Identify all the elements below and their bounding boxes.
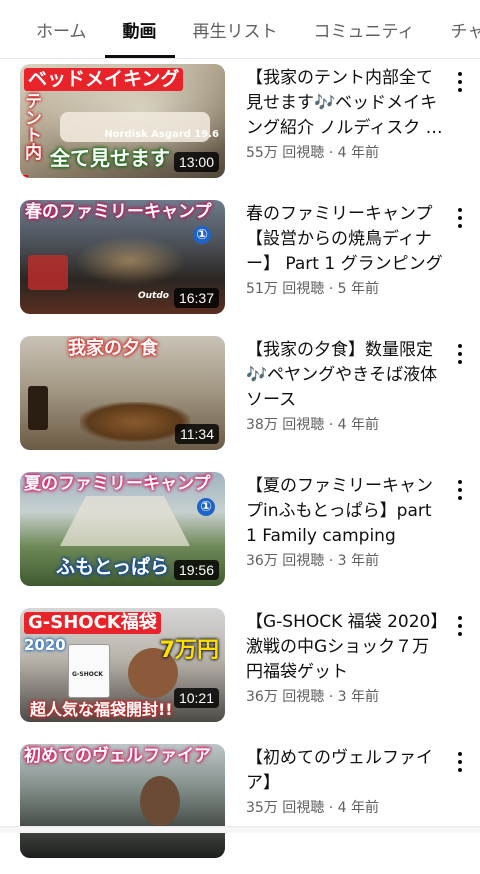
thumbnail-side-text: テント内 — [21, 92, 41, 160]
thumbnail-box-label: G-SHOCK — [72, 671, 103, 678]
tab-videos[interactable]: 動画 — [104, 0, 175, 58]
thumbnail-brand-text: Nordisk Asgard 19.6 — [104, 129, 219, 140]
video-thumbnail[interactable]: G-SHOCK G-SHOCK福袋 2020 7万円 超人気な福袋開封!! 10… — [20, 608, 225, 722]
meta-separator: · — [324, 553, 338, 569]
thumbnail-title-text: ベッドメイキング — [24, 68, 184, 91]
video-thumbnail[interactable]: ベッドメイキング テント内 全て見せます Nordisk Asgard 19.6… — [20, 64, 225, 178]
tab-community[interactable]: コミュニティ — [296, 0, 433, 58]
video-title[interactable]: 【夏のファミリーキャンプinふもとっぱら】part 1 Family campi… — [246, 474, 446, 549]
view-count: 55万 回視聴 — [246, 145, 325, 161]
thumbnail-title-text: 我家の夕食 — [68, 338, 158, 359]
video-title[interactable]: 【G-SHOCK 福袋 2020】激戦の中Gショック７万円福袋ゲット — [246, 610, 446, 685]
tab-playlists[interactable]: 再生リスト — [175, 0, 296, 58]
more-options-icon[interactable] — [452, 72, 468, 92]
video-thumbnail[interactable]: 夏のファミリーキャンプ ① ふもとっぱら 19:56 — [20, 472, 225, 586]
upload-age: 3 年前 — [337, 689, 379, 705]
more-options-icon[interactable] — [452, 480, 468, 500]
bottom-bar — [0, 826, 480, 833]
video-item[interactable]: G-SHOCK G-SHOCK福袋 2020 7万円 超人気な福袋開封!! 10… — [0, 602, 480, 738]
video-title[interactable]: 春のファミリーキャンプ 【設営からの焼鳥ディナー】 Part 1 グランピング — [246, 202, 446, 277]
view-count: 38万 回視聴 — [246, 417, 325, 433]
thumbnail-part-badge: ① — [197, 498, 215, 516]
thumbnail-brand-text: Outdo — [138, 291, 169, 301]
thumbnail-caption-text: 超人気な福袋開封!! — [30, 700, 173, 719]
view-count: 36万 回視聴 — [246, 689, 325, 705]
video-duration: 16:37 — [173, 288, 219, 308]
video-item[interactable]: ベッドメイキング テント内 全て見せます Nordisk Asgard 19.6… — [0, 58, 480, 194]
video-item[interactable]: 春のファミリーキャンプ ① Outdo 16:37 春のファミリーキャンプ 【設… — [0, 194, 480, 330]
upload-age: 4 年前 — [337, 417, 379, 433]
upload-age: 4 年前 — [337, 800, 379, 816]
watch-progress-bar — [20, 175, 29, 178]
video-stats: 51万 回視聴 · 5 年前 — [246, 278, 446, 298]
video-item[interactable]: 我家の夕食 11:34 【我家の夕食】数量限定🎶ペヤングやきそば液体ソース 38… — [0, 330, 480, 466]
thumbnail-part-badge: ① — [193, 226, 211, 244]
video-title[interactable]: 【我家のテント内部全て見せます🎶ベッドメイキング紹介 ノルディスク アスガルド1… — [246, 66, 446, 141]
thumbnail-price-text: 7万円 — [159, 638, 219, 663]
meta-separator: · — [324, 145, 338, 161]
more-options-icon[interactable] — [452, 344, 468, 364]
upload-age: 5 年前 — [337, 281, 379, 297]
video-stats: 36万 回視聴 · 3 年前 — [246, 686, 446, 706]
video-stats: 36万 回視聴 · 3 年前 — [246, 550, 446, 570]
video-title[interactable]: 【初めてのヴェルファイア】 — [246, 746, 446, 796]
meta-separator: · — [324, 417, 338, 433]
upload-age: 4 年前 — [337, 145, 379, 161]
video-stats: 38万 回視聴 · 4 年前 — [246, 414, 446, 434]
video-duration: 10:21 — [173, 688, 219, 708]
thumbnail-year-text: 2020 — [24, 636, 66, 654]
thumbnail-caption-text: 全て見せます — [50, 146, 170, 170]
video-title[interactable]: 【我家の夕食】数量限定🎶ペヤングやきそば液体ソース — [246, 338, 446, 413]
thumbnail-title-text: 初めてのヴェルファイア — [24, 746, 211, 766]
video-duration: 13:00 — [173, 152, 219, 172]
channel-tab-bar: ホーム 動画 再生リスト コミュニティ チャンネル — [0, 0, 480, 59]
thumbnail-caption-text: ふもとっぱら — [56, 556, 170, 578]
video-thumbnail[interactable]: 初めてのヴェルファイア — [20, 744, 225, 858]
video-duration: 11:34 — [175, 424, 219, 444]
view-count: 35万 回視聴 — [246, 800, 325, 816]
more-options-icon[interactable] — [452, 208, 468, 228]
video-stats: 35万 回視聴 · 4 年前 — [246, 797, 446, 817]
thumbnail-title-text: 春のファミリーキャンプ — [25, 202, 212, 222]
video-list: ベッドメイキング テント内 全て見せます Nordisk Asgard 19.6… — [0, 58, 480, 874]
view-count: 51万 回視聴 — [246, 281, 325, 297]
video-stats: 55万 回視聴 · 4 年前 — [246, 142, 446, 162]
thumbnail-title-text: 夏のファミリーキャンプ — [24, 474, 211, 494]
meta-separator: · — [324, 800, 338, 816]
thumbnail-title-text: G-SHOCK福袋 — [24, 612, 161, 634]
upload-age: 3 年前 — [337, 553, 379, 569]
video-duration: 19:56 — [173, 560, 219, 580]
meta-separator: · — [324, 281, 338, 297]
video-item[interactable]: 初めてのヴェルファイア 【初めてのヴェルファイア】 35万 回視聴 · 4 年前 — [0, 738, 480, 874]
view-count: 36万 回視聴 — [246, 553, 325, 569]
tab-channels[interactable]: チャンネル — [432, 0, 480, 58]
tab-home[interactable]: ホーム — [0, 0, 105, 58]
more-options-icon[interactable] — [452, 616, 468, 636]
video-thumbnail[interactable]: 春のファミリーキャンプ ① Outdo 16:37 — [20, 200, 225, 314]
video-item[interactable]: 夏のファミリーキャンプ ① ふもとっぱら 19:56 【夏のファミリーキャンプi… — [0, 466, 480, 602]
video-thumbnail[interactable]: 我家の夕食 11:34 — [20, 336, 225, 450]
meta-separator: · — [324, 689, 338, 705]
more-options-icon[interactable] — [452, 752, 468, 772]
